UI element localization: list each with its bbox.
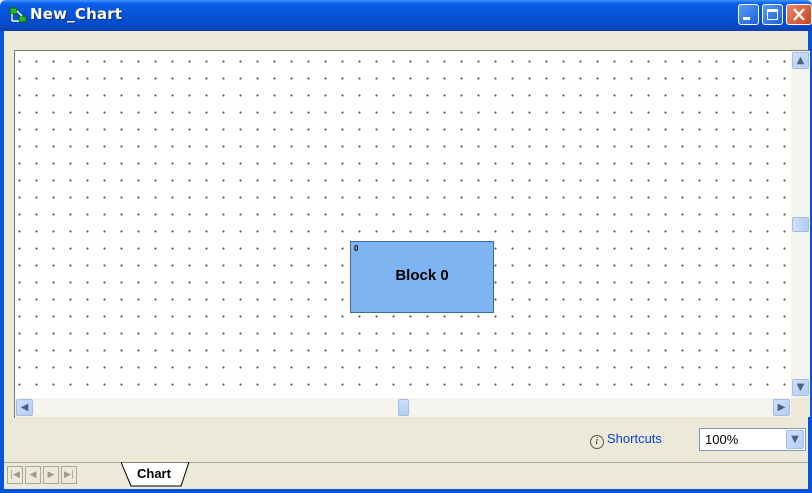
block-label: Block 0	[395, 267, 449, 284]
vertical-scroll-thumb[interactable]	[792, 217, 809, 232]
close-button[interactable]	[786, 4, 812, 25]
zoom-select[interactable]: 100% ▼	[699, 428, 806, 451]
zoom-value: 100%	[705, 432, 739, 447]
chart-canvas[interactable]: 0 Block 0	[15, 51, 791, 398]
chevron-right-icon: ▶	[777, 402, 786, 413]
shortcuts-link[interactable]: i Shortcuts	[590, 431, 662, 449]
close-icon	[793, 8, 805, 21]
window-title: New_Chart	[30, 5, 123, 23]
last-sheet-button[interactable]: ▶|	[61, 466, 77, 484]
tab-chart-label: Chart	[137, 466, 171, 481]
horizontal-scrollbar[interactable]: ◀ ▶	[15, 398, 791, 417]
scroll-left-button[interactable]: ◀	[16, 399, 33, 416]
chevron-down-icon: ▼	[796, 382, 805, 393]
first-sheet-icon: |◀	[10, 470, 20, 480]
title-bar[interactable]: New_Chart	[0, 0, 812, 31]
window-frame-bottom	[0, 489, 812, 493]
next-sheet-icon: ▶	[47, 470, 55, 480]
prev-sheet-button[interactable]: ◀	[25, 466, 41, 484]
block-0[interactable]: 0 Block 0	[350, 241, 494, 313]
chevron-left-icon: ◀	[20, 402, 29, 413]
maximize-icon	[767, 9, 778, 20]
scroll-right-button[interactable]: ▶	[773, 399, 790, 416]
maximize-button[interactable]	[762, 4, 783, 25]
status-row	[4, 418, 808, 466]
minimize-icon	[743, 17, 750, 20]
zoom-dropdown-button[interactable]: ▼	[786, 430, 804, 449]
block-index: 0	[354, 244, 359, 253]
next-sheet-button[interactable]: ▶	[43, 466, 59, 484]
horizontal-scroll-thumb[interactable]	[398, 399, 409, 416]
shortcuts-label: Shortcuts	[607, 431, 662, 446]
chart-window: New_Chart 0 Block 0 ▲ ▼ ◀ ▶ i Shortcuts …	[0, 0, 812, 493]
last-sheet-icon: ▶|	[64, 470, 74, 480]
chevron-up-icon: ▲	[796, 55, 805, 66]
tab-chart[interactable]: Chart	[121, 462, 191, 487]
first-sheet-button[interactable]: |◀	[7, 466, 23, 484]
minimize-button[interactable]	[738, 4, 759, 25]
vertical-scrollbar[interactable]: ▲ ▼	[791, 51, 810, 398]
prev-sheet-icon: ◀	[29, 470, 37, 480]
scroll-corner	[791, 398, 810, 417]
chevron-down-icon: ▼	[791, 434, 799, 445]
scroll-up-button[interactable]: ▲	[792, 52, 809, 69]
scroll-down-button[interactable]: ▼	[792, 379, 809, 396]
info-icon: i	[590, 435, 604, 449]
chart-app-icon	[9, 7, 27, 23]
